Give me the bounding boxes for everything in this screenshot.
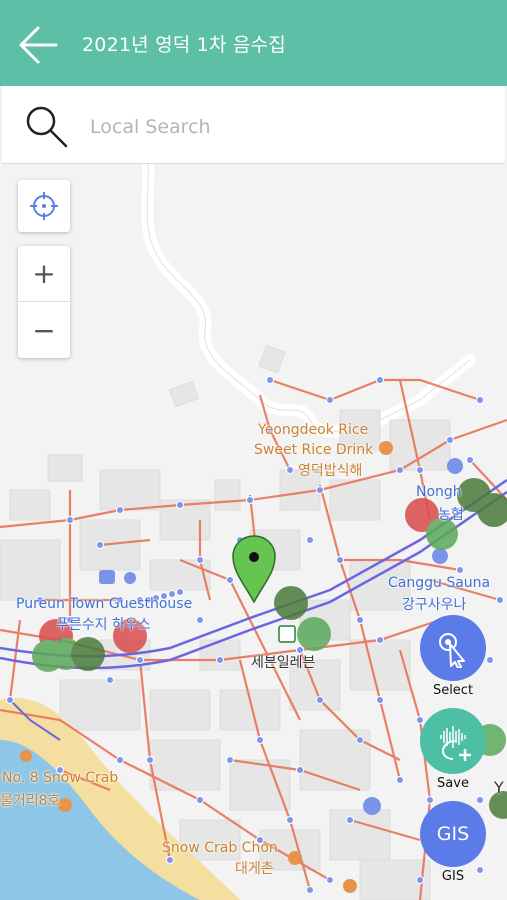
label-pureun-town-ko: 푸른수지 하우스 — [56, 617, 151, 633]
label-snow-crab-no8-ko: 물거리8호 — [0, 793, 61, 809]
label-yeongdeok-rice: Yeongdeok Rice — [258, 422, 369, 438]
label-yeongdeok-rice-ko: 영덕밥식해 — [298, 463, 363, 479]
gis-button[interactable]: GIS — [420, 801, 486, 867]
label-canggu-sauna: Canggu Sauna — [388, 575, 491, 591]
app-header: 2021년 영덕 1차 음수집 — [0, 0, 507, 86]
select-button[interactable] — [420, 615, 486, 681]
crosshair-icon — [30, 192, 58, 220]
locate-button[interactable] — [18, 180, 70, 232]
label-pureun-town: Pureun Town Guesthouse — [16, 596, 193, 612]
search-bar — [2, 86, 505, 164]
label-nonghyup-ko: 농협 — [438, 507, 464, 523]
label-snow-crab-chon-ko: 대게촌 — [235, 861, 274, 877]
save-button[interactable] — [420, 708, 486, 774]
save-label: Save — [437, 776, 469, 791]
arrow-left-icon[interactable] — [16, 22, 62, 68]
label-edge-letter: Y — [494, 778, 504, 797]
zoom-out-button[interactable]: − — [18, 302, 70, 358]
gis-label: GIS — [441, 869, 465, 884]
label-nonghyup: Nongh — [416, 484, 462, 500]
label-snow-crab-no8: No. 8 Snow Crab — [2, 770, 119, 786]
label-snow-crab-chon: Snow Crab Chon — [162, 840, 278, 856]
sound-save-icon — [440, 726, 471, 761]
search-icon[interactable] — [24, 104, 70, 150]
label-canggu-sauna-ko: 강구사우나 — [402, 597, 467, 613]
label-sweet-rice-drink: Sweet Rice Drink — [254, 442, 374, 458]
select-label: Select — [432, 683, 474, 698]
page-title: 2021년 영덕 1차 음수집 — [82, 34, 286, 56]
zoom-controls: + − — [18, 246, 70, 358]
search-input[interactable] — [88, 110, 492, 144]
label-seven-eleven: 세븐일레븐 — [251, 655, 316, 671]
zoom-in-button[interactable]: + — [18, 246, 70, 302]
pointer-select-icon — [439, 633, 465, 668]
